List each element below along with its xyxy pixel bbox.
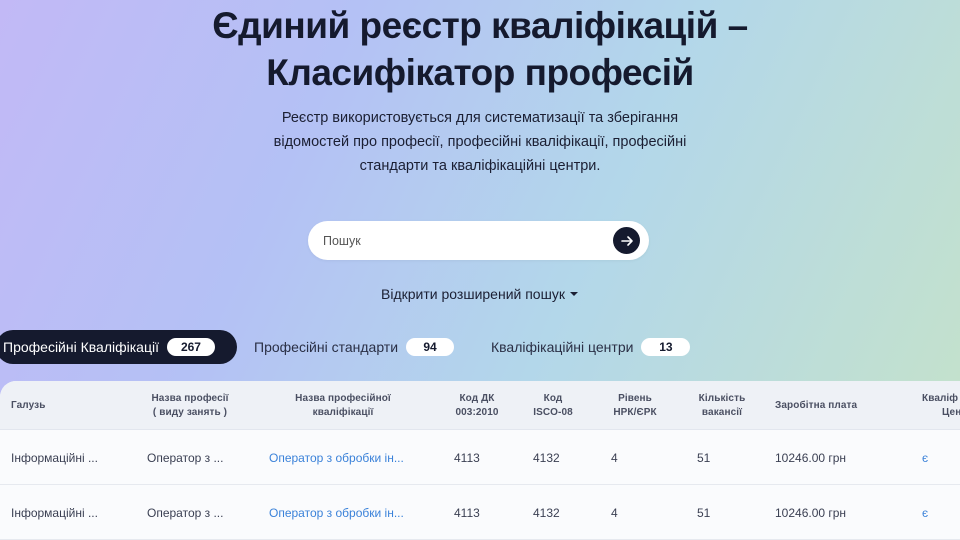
header-text: вакансії — [701, 407, 743, 418]
header-text: НРК/ЄРК — [613, 407, 657, 418]
hero-title: Єдиний реєстр кваліфікацій – Класифікато… — [0, 2, 960, 96]
hero-title-line2: Класифікатор професій — [266, 52, 694, 93]
tab-count-badge: 94 — [406, 338, 455, 356]
cell-dk-code: 4113 — [454, 451, 480, 465]
header-text: Цен — [942, 407, 960, 418]
caret-down-icon — [569, 292, 578, 296]
cell-industry: Інформаційні ... — [11, 451, 98, 465]
cell-industry: Інформаційні ... — [11, 506, 98, 520]
cell-center-link[interactable]: є — [922, 451, 928, 465]
cell-vacancies: 51 — [697, 451, 711, 465]
tab-qualification-centers[interactable]: Кваліфікаційні центри 13 — [491, 330, 691, 364]
qualifications-table: Галузь Назва професії ( виду занять ) На… — [0, 381, 960, 540]
header-text: 003:2010 — [455, 407, 499, 418]
header-text: кваліфікації — [312, 407, 374, 418]
advanced-search-label: Відкрити розширений пошук — [381, 286, 565, 302]
header-text: ( виду занять ) — [152, 407, 228, 418]
cell-level: 4 — [611, 506, 618, 520]
table-row[interactable]: Інформаційні ... Оператор з ... Оператор… — [0, 485, 960, 540]
header-text: Назва професійної — [295, 393, 391, 404]
cell-center-link[interactable]: є — [922, 506, 928, 520]
header-industry[interactable]: Галузь — [11, 399, 45, 413]
tab-count-badge: 267 — [166, 338, 215, 356]
hero-subtitle: Реєстр використовується для систематизац… — [273, 110, 687, 174]
tab-count-badge: 13 — [641, 338, 691, 356]
header-salary[interactable]: Заробітна плата — [775, 399, 857, 413]
header-center[interactable]: Кваліф Цен — [922, 392, 960, 420]
header-text: Кваліф — [922, 393, 959, 404]
cell-vacancies: 51 — [697, 506, 711, 520]
tab-professional-standards[interactable]: Професійні стандарти 94 — [254, 330, 455, 364]
table-header: Галузь Назва професії ( виду занять ) На… — [0, 381, 960, 430]
cell-profession: Оператор з ... — [147, 506, 224, 520]
search-submit-button[interactable] — [613, 227, 640, 254]
hero-title-line1: Єдиний реєстр кваліфікацій – — [212, 5, 748, 46]
header-level[interactable]: Рівень НРК/ЄРК — [605, 392, 665, 420]
search-bar — [308, 221, 649, 260]
table-row[interactable]: Інформаційні ... Оператор з ... Оператор… — [0, 430, 960, 485]
cell-level: 4 — [611, 451, 618, 465]
header-text: Рівень — [618, 393, 652, 404]
cell-qualification-link[interactable]: Оператор з обробки ін... — [269, 451, 429, 465]
header-profession[interactable]: Назва професії ( виду занять ) — [140, 392, 240, 420]
tab-label: Кваліфікаційні центри — [491, 339, 634, 355]
arrow-right-icon — [620, 235, 633, 246]
header-isco-code[interactable]: Код ISCO-08 — [525, 392, 581, 420]
header-text: Кількість — [698, 393, 746, 404]
header-text: Назва професії — [151, 393, 229, 404]
header-dk-code[interactable]: Код ДК 003:2010 — [448, 392, 506, 420]
cell-profession: Оператор з ... — [147, 451, 224, 465]
tab-label: Професійні стандарти — [254, 339, 399, 355]
tab-professional-qualifications[interactable]: Професійні Кваліфікації 267 — [0, 330, 237, 364]
header-text: ISCO-08 — [533, 407, 573, 418]
tab-label: Професійні Кваліфікації — [3, 339, 159, 355]
header-text: Код — [543, 393, 563, 404]
header-text: Код ДК — [459, 393, 495, 404]
search-input[interactable] — [323, 233, 583, 248]
header-qualification[interactable]: Назва професійної кваліфікації — [283, 392, 403, 420]
cell-isco-code: 4132 — [533, 451, 560, 465]
cell-salary: 10246.00 грн — [775, 451, 847, 465]
cell-isco-code: 4132 — [533, 506, 560, 520]
header-vacancies[interactable]: Кількість вакансії — [690, 392, 754, 420]
tabs: Професійні Кваліфікації 267 Професійні с… — [0, 330, 960, 364]
cell-qualification-link[interactable]: Оператор з обробки ін... — [269, 506, 429, 520]
advanced-search-toggle[interactable]: Відкрити розширений пошук — [0, 286, 960, 302]
cell-dk-code: 4113 — [454, 506, 480, 520]
cell-salary: 10246.00 грн — [775, 506, 847, 520]
